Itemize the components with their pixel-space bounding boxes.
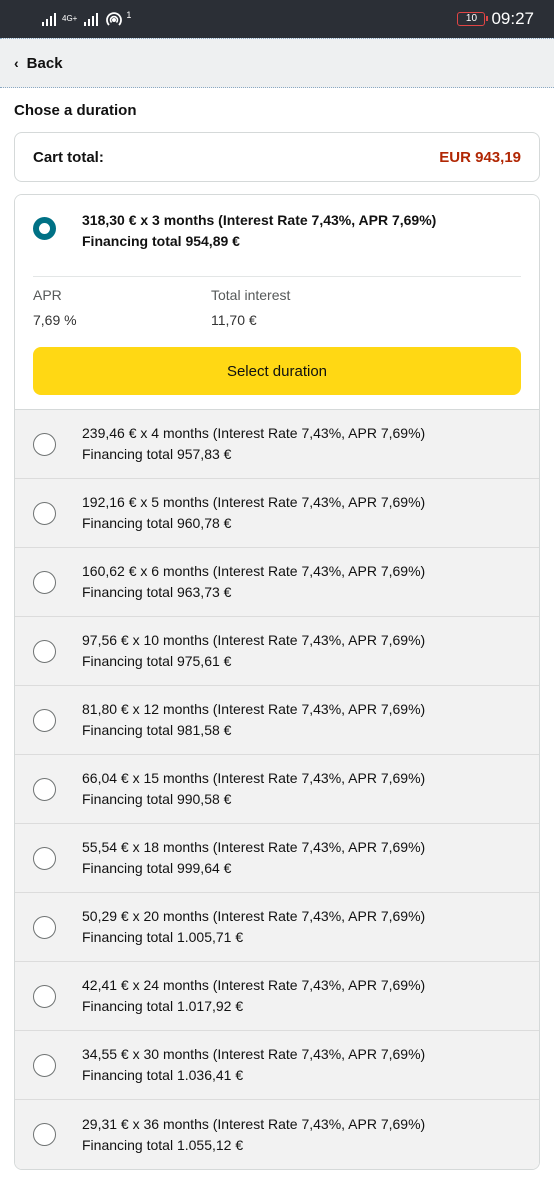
option-financing-total: Financing total 1.005,71 € (82, 929, 244, 945)
total-interest-value: 11,70 € (211, 312, 257, 328)
option-terms: 239,46 € x 4 months (Interest Rate 7,43%… (82, 425, 426, 441)
option-terms: 81,80 € x 12 months (Interest Rate 7,43%… (82, 701, 426, 717)
network-type: 4G+ (62, 14, 78, 23)
cart-total-amount: EUR 943,19 (439, 148, 521, 166)
radio-unselected[interactable] (33, 501, 56, 525)
option-financing-total: Financing total 954,89 € (82, 233, 240, 249)
radio-unselected[interactable] (33, 570, 56, 594)
duration-option[interactable]: 55,54 € x 18 months (Interest Rate 7,43%… (15, 824, 539, 893)
duration-option[interactable]: 97,56 € x 10 months (Interest Rate 7,43%… (15, 617, 539, 686)
radio-unselected[interactable] (33, 639, 56, 663)
radio-unselected[interactable] (33, 1053, 56, 1077)
option-financing-total: Financing total 981,58 € (82, 722, 232, 738)
option-terms: 66,04 € x 15 months (Interest Rate 7,43%… (82, 770, 426, 786)
duration-option[interactable]: 34,55 € x 30 months (Interest Rate 7,43%… (15, 1031, 539, 1100)
option-financing-total: Financing total 960,78 € (82, 515, 232, 531)
duration-option[interactable]: 50,29 € x 20 months (Interest Rate 7,43%… (15, 893, 539, 962)
option-terms: 29,31 € x 36 months (Interest Rate 7,43%… (82, 1115, 426, 1132)
radio-unselected[interactable] (33, 432, 56, 456)
option-financing-total: Financing total 1.036,41 € (82, 1067, 244, 1083)
radio-unselected[interactable] (33, 846, 56, 870)
radio-unselected[interactable] (33, 777, 56, 801)
option-financing-total: Financing total 975,61 € (82, 653, 232, 669)
option-terms: 50,29 € x 20 months (Interest Rate 7,43%… (82, 908, 426, 924)
duration-option[interactable]: 42,41 € x 24 months (Interest Rate 7,43%… (15, 962, 539, 1031)
duration-options: 318,30 € x 3 months (Interest Rate 7,43%… (14, 194, 540, 1170)
signal-icon-2 (84, 12, 99, 26)
radio-selected[interactable] (33, 217, 56, 240)
option-terms: 34,55 € x 30 months (Interest Rate 7,43%… (82, 1046, 426, 1062)
option-terms: 160,62 € x 6 months (Interest Rate 7,43%… (82, 563, 426, 579)
apr-value: 7,69 % (33, 312, 77, 328)
option-financing-total: Financing total 957,83 € (82, 446, 232, 462)
option-stats: APR 7,69 % Total interest 11,70 € (33, 283, 521, 330)
option-financing-total: Financing total 1.055,12 € (82, 1136, 244, 1153)
option-terms: 318,30 € x 3 months (Interest Rate 7,43%… (82, 212, 437, 228)
radio-unselected[interactable] (33, 984, 56, 1008)
select-duration-button[interactable]: Select duration (33, 347, 521, 395)
clock: 09:27 (491, 9, 534, 28)
option-terms: 97,56 € x 10 months (Interest Rate 7,43%… (82, 632, 426, 648)
duration-option[interactable]: 66,04 € x 15 months (Interest Rate 7,43%… (15, 755, 539, 824)
selected-duration-option[interactable]: 318,30 € x 3 months (Interest Rate 7,43%… (15, 195, 539, 410)
back-label: Back (26, 54, 63, 72)
option-terms: 42,41 € x 24 months (Interest Rate 7,43%… (82, 977, 426, 993)
option-financing-total: Financing total 963,73 € (82, 584, 232, 600)
apr-label: APR (33, 287, 62, 303)
duration-option[interactable]: 160,62 € x 6 months (Interest Rate 7,43%… (15, 548, 539, 617)
divider (33, 276, 521, 277)
duration-option[interactable]: 239,46 € x 4 months (Interest Rate 7,43%… (15, 410, 539, 479)
page-title: Chose a duration (14, 102, 137, 119)
chevron-left-icon: ‹ (14, 55, 19, 71)
radio-unselected[interactable] (33, 915, 56, 939)
option-financing-total: Financing total 990,58 € (82, 791, 232, 807)
duration-option[interactable]: 29,31 € x 36 months (Interest Rate 7,43%… (15, 1100, 539, 1169)
cart-total-box: Cart total: EUR 943,19 (14, 132, 540, 182)
option-terms: 192,16 € x 5 months (Interest Rate 7,43%… (82, 494, 426, 510)
hotspot-badge: 1 (126, 10, 132, 20)
duration-option[interactable]: 81,80 € x 12 months (Interest Rate 7,43%… (15, 686, 539, 755)
hotspot-icon (106, 12, 123, 26)
option-list: 239,46 € x 4 months (Interest Rate 7,43%… (15, 410, 539, 1169)
option-terms: 55,54 € x 18 months (Interest Rate 7,43%… (82, 839, 426, 855)
total-interest-label: Total interest (211, 287, 291, 303)
cart-total-label: Cart total: (33, 148, 104, 166)
status-bar: 4G+ 1 10 09:27 (0, 0, 554, 38)
radio-unselected[interactable] (33, 1123, 56, 1146)
status-left: 4G+ 1 (42, 10, 131, 28)
option-financing-total: Financing total 999,64 € (82, 860, 232, 876)
back-button[interactable]: ‹ Back (0, 38, 554, 88)
option-financing-total: Financing total 1.017,92 € (82, 998, 244, 1014)
battery-icon: 10 (457, 12, 489, 26)
status-right: 10 09:27 (457, 9, 534, 29)
duration-option[interactable]: 192,16 € x 5 months (Interest Rate 7,43%… (15, 479, 539, 548)
signal-icon (42, 12, 56, 26)
radio-unselected[interactable] (33, 708, 56, 732)
